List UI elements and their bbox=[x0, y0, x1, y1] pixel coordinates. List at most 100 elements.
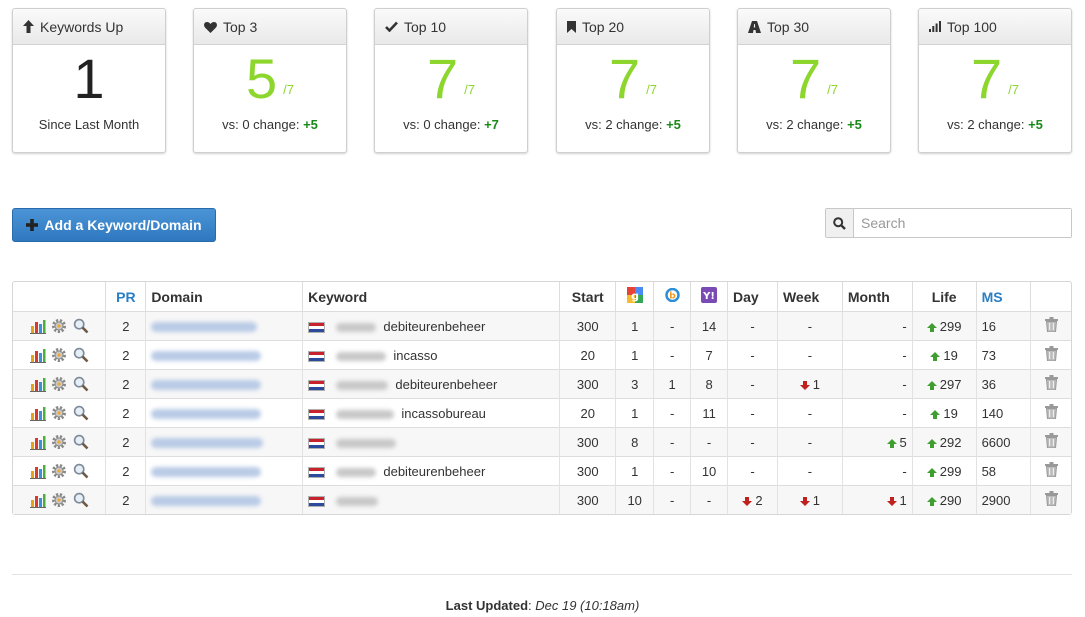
bar-chart-icon[interactable] bbox=[29, 406, 46, 421]
trash-icon[interactable] bbox=[1044, 317, 1058, 333]
domain-cell[interactable] bbox=[145, 369, 303, 399]
domain-link-redacted[interactable] bbox=[151, 322, 258, 333]
actions-cell bbox=[1030, 369, 1071, 399]
keyword-text: incassobureau bbox=[401, 405, 486, 421]
magnifier-icon[interactable] bbox=[73, 347, 89, 363]
bar-chart-icon[interactable] bbox=[29, 464, 46, 479]
magnifier-icon[interactable] bbox=[73, 376, 89, 392]
card-footer: vs: 0 change: +5 bbox=[222, 117, 318, 132]
gear-icon[interactable] bbox=[51, 405, 67, 421]
netherlands-flag-icon bbox=[308, 466, 326, 478]
header-domain[interactable]: Domain bbox=[145, 282, 303, 312]
google-icon: g bbox=[626, 287, 643, 303]
google-rank-cell: 1 bbox=[615, 456, 654, 486]
plus-icon bbox=[26, 219, 39, 231]
week-change-cell: - bbox=[776, 311, 843, 341]
week-change-cell: - bbox=[776, 456, 843, 486]
search-addon[interactable] bbox=[826, 209, 854, 237]
pr-cell: 2 bbox=[105, 485, 146, 514]
bar-chart-icon[interactable] bbox=[29, 348, 46, 363]
header-ms[interactable]: MS bbox=[975, 282, 1031, 312]
magnifier-icon[interactable] bbox=[73, 463, 89, 479]
trash-icon[interactable] bbox=[1044, 404, 1058, 420]
pr-cell: 2 bbox=[105, 369, 146, 399]
magnifier-icon[interactable] bbox=[73, 405, 89, 421]
card-top-20: Top 20 7/7 vs: 2 change: +5 bbox=[556, 8, 710, 153]
domain-link-redacted[interactable] bbox=[151, 351, 262, 362]
heart-icon bbox=[204, 21, 217, 33]
header-start[interactable]: Start bbox=[559, 282, 616, 312]
netherlands-flag-icon bbox=[308, 379, 326, 391]
header-life[interactable]: Life bbox=[911, 282, 977, 312]
gear-icon[interactable] bbox=[51, 318, 67, 334]
week-change-cell: - bbox=[776, 340, 843, 370]
magnifier-icon[interactable] bbox=[73, 492, 89, 508]
life-change-cell: 19 bbox=[911, 398, 977, 428]
header-yahoo[interactable]: Y! bbox=[690, 282, 728, 312]
add-keyword-button[interactable]: Add a Keyword/Domain bbox=[12, 208, 216, 242]
gear-icon[interactable] bbox=[51, 434, 67, 450]
trash-icon[interactable] bbox=[1044, 491, 1058, 507]
trash-icon[interactable] bbox=[1044, 462, 1058, 478]
header-bing[interactable]: b bbox=[653, 282, 691, 312]
domain-link-redacted[interactable] bbox=[151, 409, 262, 420]
domain-link-redacted[interactable] bbox=[151, 496, 262, 507]
life-change-cell: 290 bbox=[911, 485, 977, 514]
netherlands-flag-icon bbox=[308, 321, 326, 333]
header-keyword[interactable]: Keyword bbox=[302, 282, 560, 312]
magnifier-icon[interactable] bbox=[73, 318, 89, 334]
keyword-text: incasso bbox=[393, 347, 438, 363]
header-google[interactable]: g bbox=[615, 282, 654, 312]
pr-cell: 2 bbox=[105, 311, 146, 341]
domain-link-redacted[interactable] bbox=[151, 380, 262, 391]
card-of-total: /7 bbox=[1008, 82, 1019, 97]
keyword-cell: incasso bbox=[302, 340, 560, 370]
google-rank-cell: 10 bbox=[615, 485, 654, 514]
ms-cell: 140 bbox=[975, 398, 1031, 428]
day-change-cell: - bbox=[727, 456, 778, 486]
bar-chart-icon[interactable] bbox=[29, 319, 46, 334]
row-tools bbox=[13, 427, 106, 457]
header-pr[interactable]: PR bbox=[105, 282, 146, 312]
stat-cards: Keywords Up 1 Since Last Month Top 3 5/7… bbox=[12, 8, 1072, 153]
header-month[interactable]: Month bbox=[841, 282, 913, 312]
domain-link-redacted[interactable] bbox=[151, 438, 264, 449]
gear-icon[interactable] bbox=[51, 463, 67, 479]
gear-icon[interactable] bbox=[51, 376, 67, 392]
arrow-up-green-icon bbox=[930, 409, 941, 419]
month-change-value: 5 bbox=[899, 434, 907, 450]
month-change-cell: 1 bbox=[841, 485, 913, 514]
life-change-cell: 292 bbox=[911, 427, 977, 457]
bar-chart-icon[interactable] bbox=[29, 493, 46, 508]
domain-cell[interactable] bbox=[145, 311, 303, 341]
domain-cell[interactable] bbox=[145, 456, 303, 486]
bar-chart-icon[interactable] bbox=[29, 377, 46, 392]
domain-cell[interactable] bbox=[145, 485, 303, 514]
trash-icon[interactable] bbox=[1044, 375, 1058, 391]
netherlands-flag-icon bbox=[308, 408, 326, 420]
header-week[interactable]: Week bbox=[776, 282, 843, 312]
bar-chart-icon[interactable] bbox=[29, 435, 46, 450]
svg-text:b: b bbox=[669, 292, 676, 302]
search-input[interactable] bbox=[854, 209, 1071, 237]
domain-cell[interactable] bbox=[145, 398, 303, 428]
life-change-value: 290 bbox=[939, 492, 962, 508]
header-day[interactable]: Day bbox=[727, 282, 778, 312]
trash-icon[interactable] bbox=[1044, 346, 1058, 362]
table-row: 2 debiteurenbeheer 300 3 1 8 - 1 - 297 3… bbox=[13, 369, 1071, 399]
gear-icon[interactable] bbox=[51, 347, 67, 363]
month-change-cell: - bbox=[841, 369, 913, 399]
arrow-down-red-icon bbox=[742, 496, 753, 506]
trash-icon[interactable] bbox=[1044, 433, 1058, 449]
magnifier-icon[interactable] bbox=[73, 434, 89, 450]
domain-link-redacted[interactable] bbox=[151, 467, 262, 478]
domain-cell[interactable] bbox=[145, 340, 303, 370]
footer-divider bbox=[12, 574, 1072, 575]
keyword-redacted bbox=[335, 351, 386, 361]
domain-cell[interactable] bbox=[145, 427, 303, 457]
card-value: 7 bbox=[790, 47, 822, 110]
signal-bars-icon bbox=[929, 21, 941, 32]
yahoo-rank-cell: - bbox=[690, 427, 728, 457]
card-title: Keywords Up bbox=[40, 18, 124, 35]
gear-icon[interactable] bbox=[51, 492, 67, 508]
